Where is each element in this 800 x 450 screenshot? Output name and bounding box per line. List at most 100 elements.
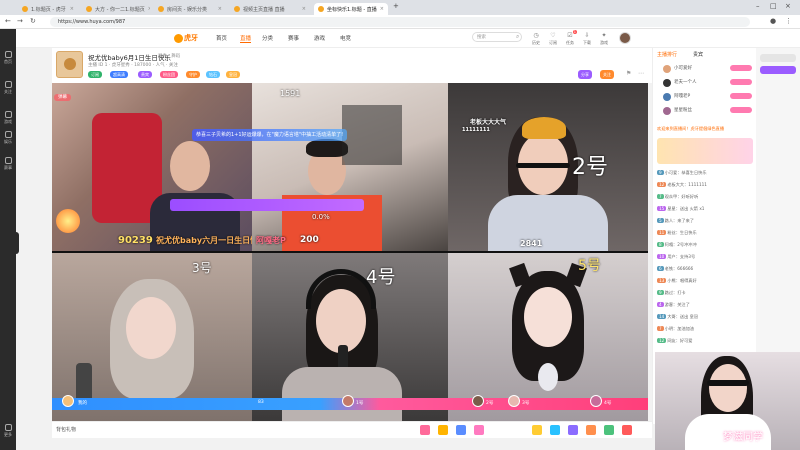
gift-car-icon[interactable]: [550, 425, 560, 435]
streamer-avatar[interactable]: [56, 51, 83, 78]
browser-menu-icon[interactable]: ⋮: [785, 17, 792, 25]
follow-button[interactable]: 关注: [600, 70, 614, 79]
close-tab-icon[interactable]: ×: [377, 6, 384, 12]
cell2-tiny-label: 11111111: [462, 127, 490, 133]
pk-avatar-4[interactable]: [590, 395, 602, 407]
tab-favicon-icon: [318, 6, 324, 12]
reload-icon[interactable]: ↻: [30, 17, 36, 25]
video-cell-1b: 1591 0.0% 阿嘎老P 200: [252, 83, 448, 251]
forward-icon[interactable]: →: [17, 17, 23, 25]
side-toolbar-button[interactable]: [760, 66, 796, 74]
microphone-icon: [76, 363, 92, 403]
tab-favicon-icon: [22, 6, 28, 12]
site-header: 虎牙 首页 直播 分类 赛事 游戏 电竞 搜索 ⌕ ◷ 历史 ♡ 订阅 ☑ 任务 1 ⇩…: [16, 29, 800, 48]
rail-item-follow[interactable]: 关注: [2, 81, 14, 95]
chat-line: 11 粉丝：生日快乐: [657, 230, 697, 235]
browser-tab-1[interactable]: 1.标题页 - 虎牙 ×: [18, 3, 78, 15]
pk-avatar-me[interactable]: [62, 395, 74, 407]
webcam-overlay: 梦滋同学 18055: [655, 352, 800, 450]
room-category[interactable]: 星秀 · 舞蹈: [158, 53, 180, 59]
bear-ears-headband: [522, 117, 566, 139]
quality-pill[interactable]: 超高清: [110, 71, 128, 78]
rank-avatar: [663, 93, 671, 101]
browser-tab-3[interactable]: 房间页 - 娱乐分类 ×: [154, 3, 226, 15]
game-button[interactable]: ✦ 游戏: [597, 32, 611, 46]
close-tab-icon[interactable]: ×: [67, 6, 74, 12]
rail-item-ent[interactable]: 娱乐: [2, 131, 14, 145]
streamer-face-1: [170, 141, 210, 191]
live-video[interactable]: 90239 祝尤优baby六月一日生日快乐 弹幕 1591 0.0% 阿嘎老P …: [52, 83, 648, 421]
rail-item-game[interactable]: 游戏: [2, 111, 14, 125]
announcement-banner: 恭喜三子贝希的1+1好运爆爆，在"魔力语言塔"中抽工活动清单了!: [192, 129, 348, 141]
pk-avatar-1[interactable]: [342, 395, 354, 407]
subscribe-button[interactable]: ♡ 订阅: [546, 32, 560, 46]
pk-label-me: 我的: [78, 401, 87, 406]
report-icon[interactable]: ⚑: [626, 70, 631, 77]
download-button[interactable]: ⇩ 下载: [580, 32, 594, 46]
search-icon[interactable]: ⌕: [516, 33, 519, 41]
rank-row-4[interactable]: 星星粉丝: [656, 106, 754, 116]
rail-item-match[interactable]: 赛事: [2, 157, 14, 171]
rank-avatar: [663, 65, 671, 73]
gift-crown-icon[interactable]: [532, 425, 542, 435]
gift-rocket-icon[interactable]: [456, 425, 466, 435]
gift-fire-icon[interactable]: [622, 425, 632, 435]
diamond-pill[interactable]: 钻石: [206, 71, 220, 78]
pk-avatar-3[interactable]: [508, 395, 520, 407]
more-options-icon[interactable]: ⋯: [638, 70, 644, 77]
site-logo[interactable]: 虎牙: [174, 33, 202, 44]
gift-heart-icon[interactable]: [420, 425, 430, 435]
tab-vip[interactable]: 贵宾: [693, 51, 703, 58]
pk-avatar-2[interactable]: [472, 395, 484, 407]
host5-face: [524, 287, 572, 347]
close-tab-icon[interactable]: ×: [215, 6, 222, 12]
nav-match[interactable]: 赛事: [288, 34, 299, 42]
user-avatar[interactable]: [619, 32, 631, 44]
nav-live[interactable]: 直播: [240, 34, 252, 43]
sunglasses-icon: [516, 163, 570, 168]
search-input[interactable]: 搜索: [472, 32, 522, 42]
rail-item-home[interactable]: 首页: [2, 51, 14, 65]
gift-star-icon[interactable]: [438, 425, 448, 435]
nav-esports[interactable]: 电竞: [340, 34, 351, 42]
browser-tab-5[interactable]: 坐标快乐1.标题 - 直播 ×: [314, 3, 388, 15]
rail-toggle-handle[interactable]: [14, 232, 19, 254]
rank-row-2[interactable]: 老夫一个人: [656, 78, 754, 88]
gift-lucky-icon[interactable]: [604, 425, 614, 435]
tab-rank[interactable]: 主播排行: [657, 51, 677, 58]
gift-flower-icon[interactable]: [474, 425, 484, 435]
gamepad-icon: [4, 111, 12, 118]
nav-game[interactable]: 游戏: [314, 34, 325, 42]
rail-item-more[interactable]: 更多: [2, 424, 14, 438]
close-tab-icon[interactable]: ×: [145, 6, 150, 12]
cell2-score: 2841: [520, 239, 543, 248]
crown-pill[interactable]: 皇冠: [226, 71, 240, 78]
new-tab-icon[interactable]: +: [393, 2, 399, 10]
gift-castle-icon[interactable]: [586, 425, 596, 435]
browser-tab-2[interactable]: 大方 - 你一二1.标题页 ×: [82, 3, 150, 15]
vip-pill[interactable]: 贵宾: [138, 71, 152, 78]
close-tab-icon[interactable]: ×: [299, 6, 306, 12]
side-toolbar-button[interactable]: [760, 54, 796, 62]
event-banner[interactable]: [657, 138, 753, 164]
guard-pill[interactable]: 守护: [186, 71, 200, 78]
room-meta: 主播 ID 1 · 虎牙星秀 · 187000 · 人气 · 关注: [88, 63, 178, 68]
nav-home[interactable]: 首页: [216, 34, 227, 42]
tab-favicon-icon: [158, 6, 164, 12]
task-button[interactable]: ☑ 任务 1: [563, 30, 577, 46]
history-button[interactable]: ◷ 历史: [529, 32, 543, 46]
gift-diamond-icon[interactable]: [568, 425, 578, 435]
profile-icon[interactable]: ●: [770, 17, 776, 25]
url-field[interactable]: https://www.huya.com/987: [50, 17, 750, 27]
subscribe-pill[interactable]: 订阅: [88, 71, 102, 78]
nav-category[interactable]: 分类: [262, 34, 273, 42]
rank-row-3[interactable]: 阿嘎老P: [656, 92, 754, 102]
maximize-icon[interactable]: □: [770, 2, 777, 10]
browser-tab-4[interactable]: 视频主页直播 直播 ×: [230, 3, 310, 15]
minimize-icon[interactable]: –: [756, 2, 760, 10]
share-button[interactable]: 分享: [578, 70, 592, 79]
rank-row-1[interactable]: 小可爱好: [656, 64, 754, 74]
close-window-icon[interactable]: ×: [785, 2, 791, 10]
back-icon[interactable]: ←: [5, 17, 11, 25]
fanclub-pill[interactable]: 粉丝团: [160, 71, 178, 78]
